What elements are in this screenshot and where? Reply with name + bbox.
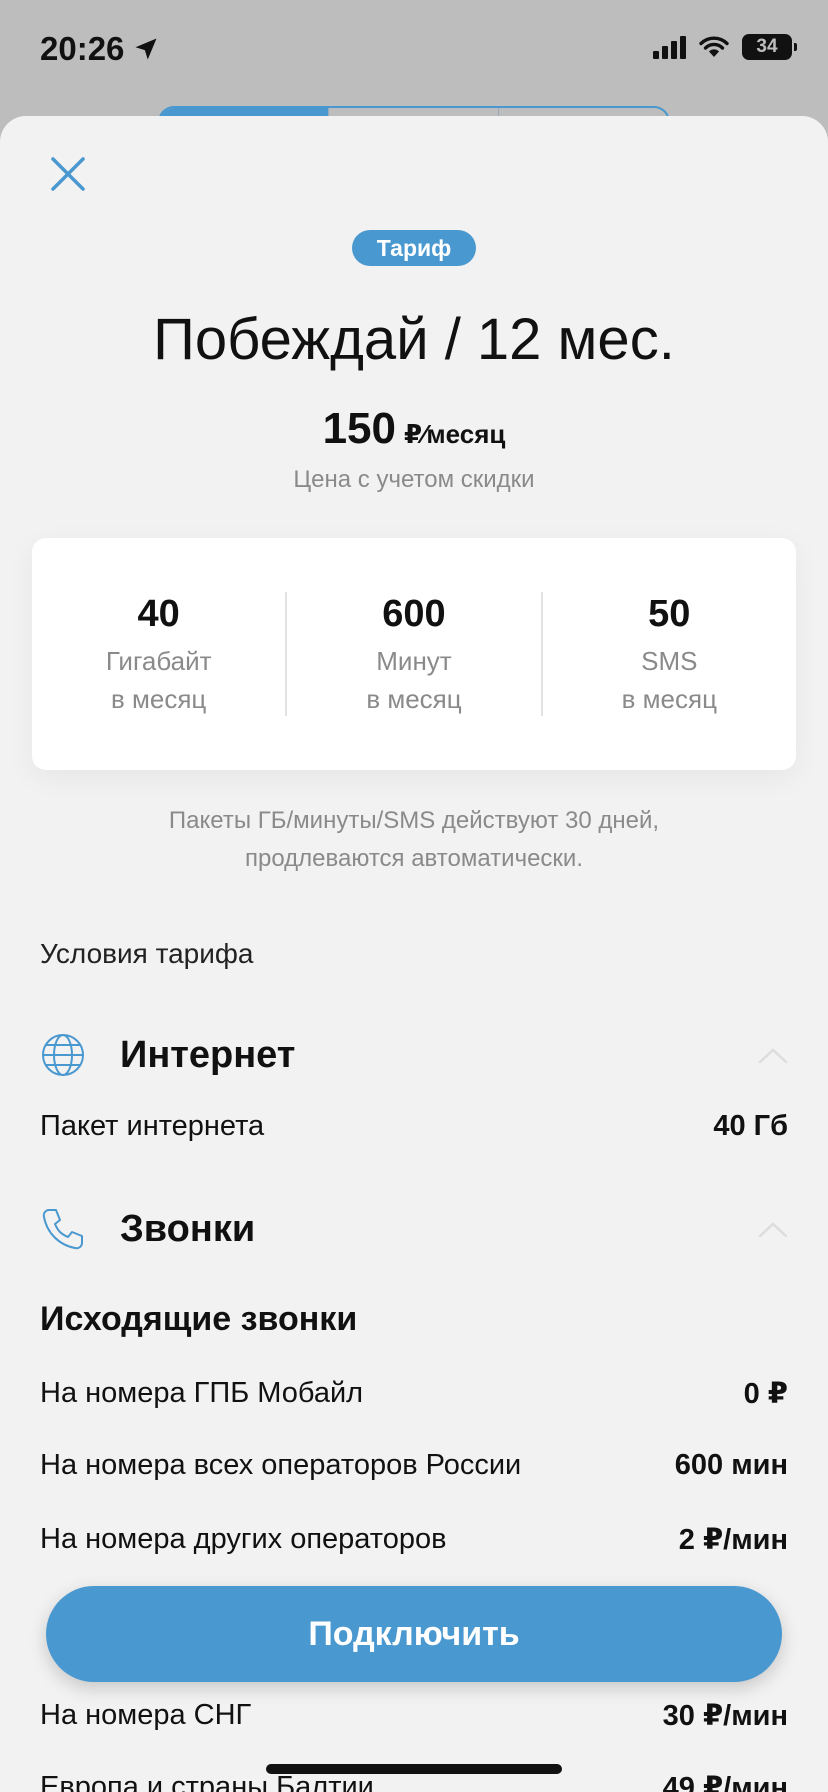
battery-icon: 34	[742, 34, 797, 60]
internet-row-package: Пакет интернета 40 Гб	[40, 1110, 788, 1143]
price-note: Цена с учетом скидки	[293, 466, 535, 493]
cellular-signal-icon	[653, 35, 686, 59]
stat-label: SMS	[641, 646, 698, 676]
phone-icon	[42, 1209, 83, 1250]
row-value: 40 Гб	[713, 1110, 788, 1142]
calls-section-title: Звонки	[120, 1207, 256, 1250]
row-value: 0 ₽	[743, 1378, 788, 1410]
status-icons: 34	[653, 34, 797, 60]
conditions-title: Условия тарифа	[40, 938, 254, 969]
stat-sms: 50 SMS в месяц	[540, 592, 796, 716]
calls-row: На номера других операторов 2 ₽/мин	[40, 1522, 788, 1557]
stat-label: Минут	[376, 646, 452, 676]
row-label: На номера всех операторов России	[40, 1449, 522, 1481]
home-indicator	[266, 1764, 562, 1774]
row-label: На номера ГПБ Мобайл	[40, 1377, 364, 1409]
tariff-badge: Тариф	[352, 230, 476, 266]
row-label: Европа и страны Балтии	[40, 1771, 374, 1792]
row-value: 2 ₽/мин	[678, 1524, 788, 1556]
price-value: 150	[322, 404, 396, 453]
packets-note: Пакеты ГБ/минуты/SMS действуют 30 дней, …	[168, 807, 660, 872]
chevron-up-icon	[758, 1222, 788, 1238]
close-icon	[51, 157, 85, 191]
row-label: Пакет интернета	[40, 1110, 265, 1142]
location-arrow-icon	[135, 38, 157, 60]
stat-label: Гигабайт	[105, 646, 212, 676]
battery-level: 34	[756, 36, 778, 57]
internet-section-title: Интернет	[120, 1033, 296, 1076]
price-row: 150 ₽⁄месяц	[0, 404, 828, 454]
outgoing-calls-heading: Исходящие звонки	[40, 1300, 358, 1338]
chevron-up-icon	[758, 1048, 788, 1064]
stat-value: 40	[137, 593, 180, 635]
stat-sub: в месяц	[621, 684, 717, 714]
price-unit: ₽⁄месяц	[404, 419, 506, 449]
stat-minutes: 600 Минут в месяц	[285, 592, 540, 716]
row-value: 49 ₽/мин	[662, 1772, 788, 1792]
tariff-sheet: Тариф Побеждай / 12 мес. 150 ₽⁄месяц Цен…	[0, 116, 828, 1792]
row-value: 30 ₽/мин	[662, 1700, 788, 1732]
globe-icon	[42, 1034, 84, 1076]
stat-sub: в месяц	[366, 684, 462, 714]
connect-button[interactable]: Подключить	[46, 1586, 782, 1682]
clock-text: 20:26	[40, 30, 125, 67]
plan-title: Побеждай / 12 мес.	[153, 307, 675, 372]
close-button[interactable]	[46, 152, 90, 196]
stats-card: 40 Гигабайт в месяц 600 Минут в месяц 50…	[32, 538, 796, 770]
row-label: На номера СНГ	[40, 1699, 252, 1731]
status-time: 20:26	[40, 30, 160, 68]
internet-section-header[interactable]: Интернет	[40, 1030, 788, 1080]
row-label: На номера других операторов	[40, 1523, 447, 1555]
stat-value: 600	[382, 593, 446, 635]
intl-calls-row: На номера СНГ 30 ₽/мин	[40, 1698, 788, 1733]
calls-section-header[interactable]: Звонки	[40, 1204, 788, 1254]
stat-value: 50	[648, 593, 691, 635]
wifi-icon	[699, 36, 729, 57]
stat-internet: 40 Гигабайт в месяц	[32, 592, 285, 716]
status-bar: 20:26 34	[0, 0, 828, 126]
row-value: 600 мин	[674, 1449, 788, 1481]
calls-row: На номера ГПБ Мобайл 0 ₽	[40, 1376, 788, 1411]
stat-sub: в месяц	[110, 684, 207, 714]
calls-row: На номера всех операторов России 600 мин	[40, 1449, 788, 1482]
